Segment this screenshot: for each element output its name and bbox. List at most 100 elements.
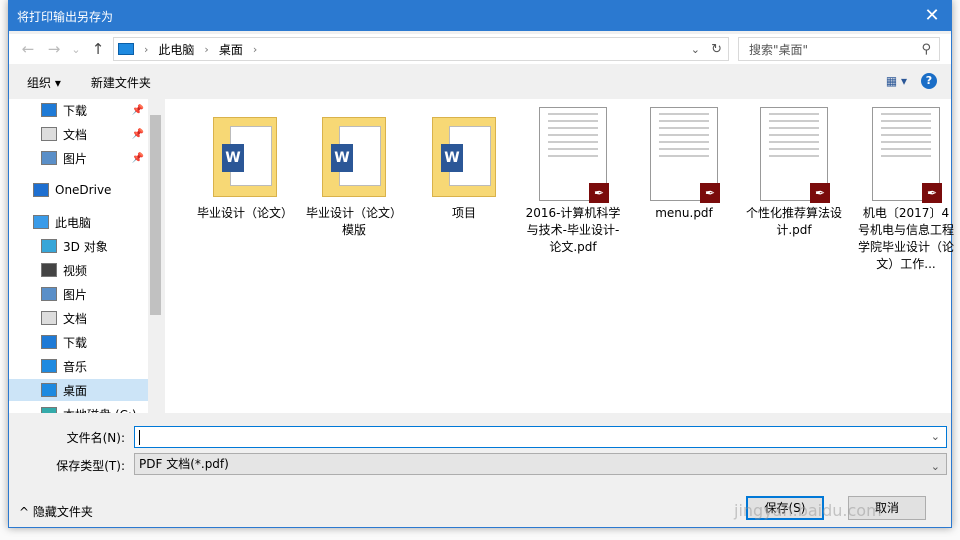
file-item[interactable]: ✒ 机电〔2017〕4号机电与信息工程学院毕业设计（论文）工作...	[856, 105, 956, 273]
sidebar-item[interactable]: 图片	[9, 283, 148, 305]
sidebar-item-label: OneDrive	[55, 183, 112, 197]
sidebar-item[interactable]: 音乐	[9, 355, 148, 377]
sidebar-item[interactable]: 3D 对象	[9, 235, 148, 257]
filetype-label: 保存类型(T):	[56, 459, 125, 473]
document-icon	[41, 127, 57, 141]
document-icon	[41, 311, 57, 325]
file-item[interactable]: W 项目	[414, 105, 514, 222]
sidebar-item-label: 此电脑	[55, 215, 92, 230]
acrobat-icon: ✒	[700, 183, 720, 203]
refresh-icon[interactable]: ↻	[711, 42, 722, 57]
filetype-value: PDF 文档(*.pdf)	[139, 457, 229, 471]
cube-icon	[41, 239, 57, 253]
picture-icon	[41, 151, 57, 165]
save-as-dialog: 将打印输出另存为 ✕ ← → ⌄ ↑ › 此电脑 › 桌面 › ⌄ ↻ 搜索"桌…	[8, 0, 954, 528]
sidebar-item[interactable]: 视频	[9, 259, 148, 281]
address-bar[interactable]: › 此电脑 › 桌面 › ⌄ ↻	[113, 37, 729, 61]
video-icon	[41, 263, 57, 277]
sidebar-item[interactable]: 下载 📌	[9, 99, 148, 121]
file-item[interactable]: ✒ menu.pdf	[634, 105, 734, 222]
sidebar-item-label: 文档	[63, 311, 88, 326]
file-name: 个性化推荐算法设计.pdf	[746, 206, 843, 237]
chevron-down-icon[interactable]: ⌄	[931, 430, 940, 443]
file-name: 毕业设计（论文）	[197, 206, 294, 220]
file-name: menu.pdf	[655, 206, 713, 220]
sidebar-item-label: 3D 对象	[63, 239, 108, 254]
picture-icon	[41, 287, 57, 301]
sidebar-item[interactable]: 桌面	[9, 379, 148, 401]
pdf-icon: ✒	[872, 107, 942, 203]
file-name: 项目	[451, 206, 476, 220]
text-cursor	[139, 430, 140, 445]
chevron-down-icon[interactable]: ⌄	[691, 43, 700, 56]
word-icon: W	[331, 144, 353, 172]
sidebar-item-label: 下载	[63, 103, 88, 118]
file-item[interactable]: W 毕业设计（论文）	[195, 105, 295, 222]
word-icon: W	[441, 144, 463, 172]
navigation-pane: 下载📌文档📌图片📌OneDrive此电脑3D 对象视频图片文档下载音乐桌面本地磁…	[9, 99, 163, 413]
save-form: 文件名(N): ⌄ 保存类型(T): PDF 文档(*.pdf) ⌄ ^ 隐藏文…	[9, 413, 951, 528]
filename-label: 文件名(N):	[66, 431, 125, 445]
download-icon	[41, 335, 57, 349]
forward-button[interactable]: →	[41, 40, 67, 58]
download-icon	[41, 103, 57, 117]
chevron-down-icon: ⌄	[930, 460, 940, 473]
back-button[interactable]: ←	[15, 40, 41, 58]
sidebar-item[interactable]: 文档 📌	[9, 123, 148, 145]
chevron-up-icon: ^	[19, 505, 33, 519]
search-placeholder: 搜索"桌面"	[749, 42, 809, 57]
sidebar-item-label: 下载	[63, 335, 88, 350]
recent-locations-button[interactable]: ⌄	[67, 43, 85, 56]
file-name: 毕业设计（论文）模版	[306, 206, 403, 237]
breadcrumb-this-pc[interactable]: 此电脑	[158, 41, 194, 58]
sidebar-scrollbar[interactable]	[148, 99, 163, 413]
sidebar-item[interactable]: 此电脑	[9, 211, 148, 233]
close-icon[interactable]: ✕	[921, 5, 943, 26]
file-list: W 毕业设计（论文） W 毕业设计（论文）模版 W 项目 ✒ 2016-计算机科学与技术-毕业…	[165, 99, 954, 413]
sidebar-item[interactable]: OneDrive	[9, 179, 148, 201]
pdf-icon: ✒	[539, 107, 609, 203]
hide-folders-button[interactable]: ^ 隐藏文件夹	[19, 503, 93, 520]
pin-icon[interactable]: 📌	[132, 153, 144, 164]
filename-input[interactable]: ⌄	[134, 426, 947, 448]
new-folder-button[interactable]: 新建文件夹	[91, 74, 151, 91]
pdf-icon: ✒	[760, 107, 830, 203]
scrollbar-thumb[interactable]	[150, 115, 161, 315]
acrobat-icon: ✒	[810, 183, 830, 203]
sidebar-item[interactable]: 下载	[9, 331, 148, 353]
music-icon	[41, 359, 57, 373]
sidebar-item[interactable]: 文档	[9, 307, 148, 329]
sidebar-item-label: 文档	[63, 127, 88, 142]
pdf-icon: ✒	[650, 107, 720, 203]
folder-icon: W	[432, 117, 496, 197]
pin-icon[interactable]: 📌	[132, 105, 144, 116]
file-item[interactable]: ✒ 个性化推荐算法设计.pdf	[744, 105, 844, 239]
search-input[interactable]: 搜索"桌面" ⚲	[738, 37, 940, 61]
file-item[interactable]: W 毕业设计（论文）模版	[304, 105, 404, 239]
dialog-title: 将打印输出另存为	[17, 9, 114, 24]
sidebar-item-label: 音乐	[63, 359, 88, 374]
organize-button[interactable]: 组织 ▾	[27, 74, 61, 91]
folder-icon: W	[322, 117, 386, 197]
computer-icon	[118, 43, 134, 55]
sidebar-item-label: 桌面	[63, 383, 88, 398]
file-item[interactable]: ✒ 2016-计算机科学与技术-毕业设计-论文.pdf	[523, 105, 623, 256]
watermark: jingyan.baidu.com	[734, 501, 882, 520]
filetype-select[interactable]: PDF 文档(*.pdf) ⌄	[134, 453, 947, 475]
help-icon[interactable]: ?	[921, 73, 937, 89]
view-options-button[interactable]: ▦ ▾	[886, 74, 907, 88]
breadcrumb-desktop[interactable]: 桌面	[219, 41, 243, 58]
pin-icon[interactable]: 📌	[132, 129, 144, 140]
sidebar-item-label: 图片	[63, 151, 88, 166]
file-name: 2016-计算机科学与技术-毕业设计-论文.pdf	[525, 206, 621, 254]
computer-icon	[33, 215, 49, 229]
sidebar-item[interactable]: 本地磁盘 (C:)	[9, 403, 148, 413]
cloud-icon	[33, 183, 49, 197]
file-name: 机电〔2017〕4号机电与信息工程学院毕业设计（论文）工作...	[858, 206, 955, 271]
hide-folders-label: 隐藏文件夹	[32, 505, 93, 519]
acrobat-icon: ✒	[589, 183, 609, 203]
sidebar-item[interactable]: 图片 📌	[9, 147, 148, 169]
up-button[interactable]: ↑	[85, 40, 111, 58]
acrobat-icon: ✒	[922, 183, 942, 203]
word-icon: W	[222, 144, 244, 172]
